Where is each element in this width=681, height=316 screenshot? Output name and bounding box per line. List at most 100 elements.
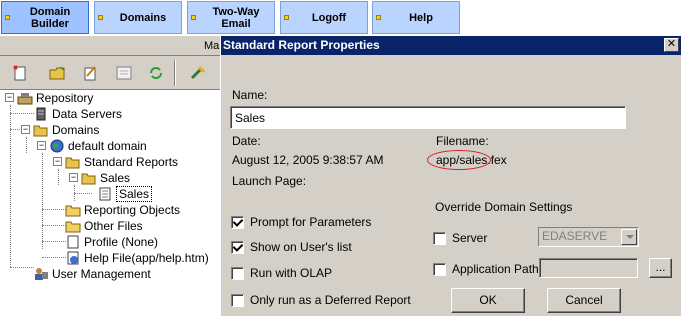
server-select[interactable]: EDASERVE	[538, 227, 639, 247]
tree-node-domains[interactable]: Domains	[33, 122, 99, 138]
tab-label: Domain Builder	[29, 5, 71, 30]
tab-label: Logoff	[311, 11, 347, 24]
checkbox-label: Only run as a Deferred Report	[250, 293, 411, 307]
chevron-down-icon[interactable]	[621, 229, 637, 245]
open-folder-icon[interactable]	[46, 61, 70, 85]
help-file-icon	[67, 251, 79, 265]
tab-two-way-email[interactable]: Two-Way Email	[187, 1, 275, 34]
globe-icon	[50, 139, 64, 153]
edit-icon[interactable]	[78, 61, 102, 85]
server-checkbox[interactable]: Server	[433, 231, 487, 245]
report-file-icon	[99, 187, 111, 201]
checkbox-label: Show on User's list	[250, 240, 352, 254]
tree-node-label: Data Servers	[52, 107, 123, 121]
tab-logoff[interactable]: Logoff	[280, 1, 368, 34]
checkbox-label: Server	[452, 231, 488, 245]
checkbox-box[interactable]	[231, 215, 244, 229]
standard-report-properties-dialog: Standard Report Properties ✕ Name: Date:…	[220, 36, 681, 316]
checkbox-box[interactable]	[231, 293, 244, 307]
open-folder-icon	[33, 125, 48, 137]
panel-header: Ma	[0, 36, 220, 56]
tree-toolbar	[0, 56, 220, 90]
show-on-users-list-checkbox[interactable]: Show on User's list	[231, 240, 352, 254]
profile-file-icon	[67, 235, 79, 249]
tab-help[interactable]: Help	[372, 1, 460, 34]
tree-node-reporting-objects[interactable]: Reporting Objects	[65, 202, 180, 218]
top-navigation-bar: Domain Builder Domains Two-Way Email Log…	[0, 0, 681, 36]
date-label: Date:	[232, 134, 261, 148]
tree-node-label: Sales	[100, 171, 131, 185]
tab-domain-builder[interactable]: Domain Builder	[1, 1, 89, 34]
deferred-report-checkbox[interactable]: Only run as a Deferred Report	[231, 293, 411, 307]
sales-folder-collapse-toggle[interactable]: −	[69, 173, 78, 182]
tree-node-label: Repository	[36, 91, 94, 105]
repository-tree: − Repository Data Servers − Domains − de…	[0, 90, 220, 316]
new-icon[interactable]	[8, 61, 32, 85]
tree-node-profile[interactable]: Profile (None)	[65, 234, 158, 250]
toolbar-separator	[174, 60, 176, 86]
tree-node-other-files[interactable]: Other Files	[65, 218, 143, 234]
server-select-value: EDASERVE	[542, 229, 608, 243]
browse-button[interactable]: ...	[649, 258, 672, 278]
ok-button[interactable]: OK	[451, 288, 525, 313]
tree-node-user-management[interactable]: User Management	[33, 266, 151, 282]
refresh-icon[interactable]	[144, 61, 168, 85]
run-with-olap-checkbox[interactable]: Run with OLAP	[231, 266, 332, 280]
checkbox-box[interactable]	[231, 266, 244, 280]
tree-node-label: Standard Reports	[84, 155, 179, 169]
checkbox-label: Run with OLAP	[250, 266, 333, 280]
tab-bullet-icon	[98, 15, 103, 20]
tree-node-label: Help File(app/help.htm)	[84, 251, 209, 265]
tree-node-sales-folder[interactable]: Sales	[81, 170, 130, 186]
tree-node-label: Profile (None)	[84, 235, 159, 249]
tab-bullet-icon	[5, 15, 10, 20]
open-folder-icon	[81, 173, 96, 185]
report-icon[interactable]	[112, 61, 136, 85]
open-folder-icon	[65, 157, 80, 169]
left-panel: Ma − Repository Data Servers − Domains −…	[0, 36, 220, 316]
application-path-field[interactable]	[539, 258, 638, 278]
tree-node-default-domain[interactable]: default domain	[49, 138, 147, 154]
tree-node-label: User Management	[52, 267, 151, 281]
tree-node-label: Domains	[52, 123, 100, 137]
standard-reports-collapse-toggle[interactable]: −	[53, 157, 62, 166]
date-value: August 12, 2005 9:38:57 AM	[232, 153, 384, 167]
cancel-button[interactable]: Cancel	[547, 288, 621, 313]
users-icon	[35, 268, 48, 280]
tree-node-repository[interactable]: Repository	[17, 90, 93, 106]
checkbox-label: Prompt for Parameters	[250, 215, 372, 229]
filename-label: Filename:	[436, 134, 489, 148]
tree-node-label: default domain	[68, 139, 147, 153]
tree-node-data-servers[interactable]: Data Servers	[33, 106, 122, 122]
override-domain-settings-label: Override Domain Settings	[435, 200, 573, 214]
tree-node-sales-report[interactable]: Sales	[97, 186, 153, 202]
tab-bullet-icon	[191, 15, 196, 20]
checkbox-box[interactable]	[231, 240, 244, 254]
prompt-for-parameters-checkbox[interactable]: Prompt for Parameters	[231, 215, 371, 229]
annotation-circle	[427, 150, 491, 170]
tab-bullet-icon	[284, 15, 289, 20]
tab-domains[interactable]: Domains	[94, 1, 182, 34]
default-domain-collapse-toggle[interactable]: −	[37, 141, 46, 150]
name-label: Name:	[232, 88, 268, 102]
tools-icon[interactable]	[186, 61, 210, 85]
launch-page-label: Launch Page:	[232, 174, 307, 188]
tab-bullet-icon	[376, 15, 381, 20]
tree-node-help-file[interactable]: Help File(app/help.htm)	[65, 250, 209, 266]
checkbox-box[interactable]	[433, 231, 446, 245]
checkbox-box[interactable]	[433, 262, 446, 276]
tree-node-label: Reporting Objects	[84, 203, 181, 217]
folder-icon	[65, 221, 81, 233]
tree-node-standard-reports[interactable]: Standard Reports	[65, 154, 178, 170]
repository-collapse-toggle[interactable]: −	[5, 93, 14, 102]
close-icon[interactable]: ✕	[664, 38, 679, 52]
tree-node-label: Other Files	[84, 219, 143, 233]
domains-collapse-toggle[interactable]: −	[21, 125, 30, 134]
tab-label: Domains	[119, 11, 167, 24]
name-field[interactable]	[230, 106, 626, 129]
folder-icon	[65, 205, 81, 217]
server-icon	[36, 107, 46, 121]
checkbox-label: Application Path	[452, 262, 539, 276]
application-path-checkbox[interactable]: Application Path	[433, 262, 539, 276]
tree-node-label: Sales	[116, 186, 153, 202]
